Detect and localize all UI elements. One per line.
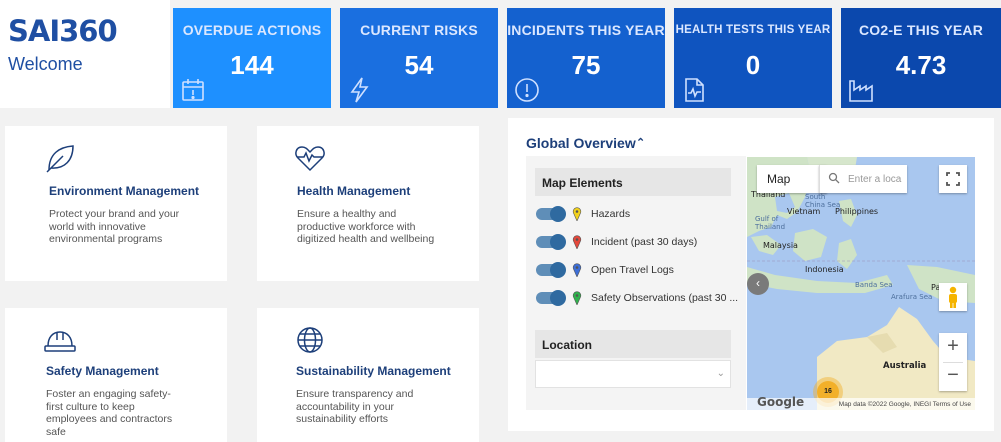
zoom-in-button[interactable]: + [939,333,967,362]
heartbeat-icon [295,146,325,172]
travel-logs-toggle[interactable] [536,262,566,278]
card-title: Sustainability Management [296,364,451,378]
fullscreen-icon [946,172,960,186]
map-label-arafura-sea: Arafura Sea [891,293,933,301]
red-pin-icon [572,235,582,249]
map-label-indonesia: Indonesia [805,265,844,274]
map-elements-panel: Map Elements Hazards Incident (past 30 d… [526,156,764,410]
kpi-current-risks[interactable]: CURRENT RISKS 54 [340,8,498,108]
location-select[interactable]: ⌄ [535,360,731,388]
search-icon [828,172,840,184]
map-label-australia: Australia [883,361,927,371]
leaf-icon [46,145,74,173]
zoom-divider [943,362,963,363]
location-header: Location [535,330,731,358]
globe-icon [297,327,323,353]
global-overview-title: Global Overview [526,135,636,151]
kpi-title: HEALTH TESTS THIS YEAR [675,24,831,36]
map-label-philippines: Philippines [835,207,879,216]
hazards-toggle[interactable] [536,206,566,222]
factory-icon [849,80,873,102]
card-description: Ensure transparency and accountability i… [296,388,414,425]
google-map[interactable]: Thailand South China Sea Vietnam Philipp… [747,157,975,410]
zoom-out-button[interactable]: − [939,362,967,391]
map-element-label: Open Travel Logs [591,264,674,276]
card-description: Protect your brand and your world with i… [49,208,180,245]
map-type-button[interactable]: Map [757,165,827,193]
blue-pin-icon [572,263,582,277]
card-environment-management[interactable]: Environment Management Protect your bran… [5,126,227,281]
map-label-banda-sea: Banda Sea [855,281,893,289]
green-pin-icon [572,291,582,305]
kpi-title: OVERDUE ACTIONS [182,22,322,38]
map-element-open-travel-logs[interactable]: Open Travel Logs [536,262,674,278]
map-element-label: Hazards [591,208,631,220]
card-title: Environment Management [49,184,200,198]
map-search-placeholder: Enter a loca [848,174,902,185]
google-logo: Google [757,395,805,409]
card-title: Health Management [297,184,411,198]
card-title: Safety Management [46,364,159,378]
map-elements-header: Map Elements [535,168,731,196]
incident-toggle[interactable] [536,234,566,250]
card-description: Ensure a healthy and productive workforc… [297,208,435,245]
card-sustainability-management[interactable]: Sustainability Management Ensure transpa… [257,308,479,442]
map-element-incident[interactable]: Incident (past 30 days) [536,234,697,250]
lightning-icon [350,77,369,103]
map-element-label: Incident (past 30 days) [591,236,698,248]
kpi-co2e-this-year[interactable]: CO2-E THIS YEAR 4.73 [841,8,1001,108]
chevron-down-icon: ⌄ [716,368,725,379]
kpi-incidents-this-year[interactable]: INCIDENTS THIS YEAR 75 [507,8,665,108]
map-label-gulf-of-thailand: Gulf of Thailand [755,215,786,231]
card-description: Foster an engaging safety-first culture … [46,388,173,438]
map-label-malaysia: Malaysia [763,241,798,250]
map-label-vietnam: Vietnam [787,207,821,216]
zoom-controls: + − [939,333,967,391]
welcome-text: Welcome [8,54,83,74]
kpi-title: CURRENT RISKS [360,22,478,38]
kpi-health-tests-this-year[interactable]: HEALTH TESTS THIS YEAR 0 [674,8,832,108]
card-health-management[interactable]: Health Management Ensure a healthy and p… [257,126,479,281]
kpi-title: CO2-E THIS YEAR [858,22,984,38]
fullscreen-button[interactable] [939,165,967,193]
safety-observations-toggle[interactable] [536,290,566,306]
street-view-pegman-button[interactable] [939,283,967,311]
pegman-icon [949,286,957,308]
health-document-icon [685,78,704,102]
map-element-label: Safety Observations (past 30 ... [591,292,739,304]
kpi-overdue-actions[interactable]: OVERDUE ACTIONS 144 [173,8,331,108]
calendar-icon [182,79,204,101]
alert-circle-icon [515,78,539,102]
card-safety-management[interactable]: Safety Management Foster an engaging saf… [5,308,227,442]
hard-hat-icon [44,331,76,352]
map-search-input[interactable]: Enter a loca [819,165,907,193]
map-element-hazards[interactable]: Hazards [536,206,630,222]
chevron-left-icon[interactable]: ‹ [747,273,769,295]
kpi-title: INCIDENTS THIS YEAR [507,22,665,38]
collapse-chevron-icon[interactable]: ⌃ [636,136,645,149]
map-element-safety-observations[interactable]: Safety Observations (past 30 ... [536,290,738,306]
yellow-pin-icon [572,207,582,221]
brand-area: SAI360 Welcome [0,0,170,108]
sai360-logo[interactable]: SAI360 [8,14,118,48]
